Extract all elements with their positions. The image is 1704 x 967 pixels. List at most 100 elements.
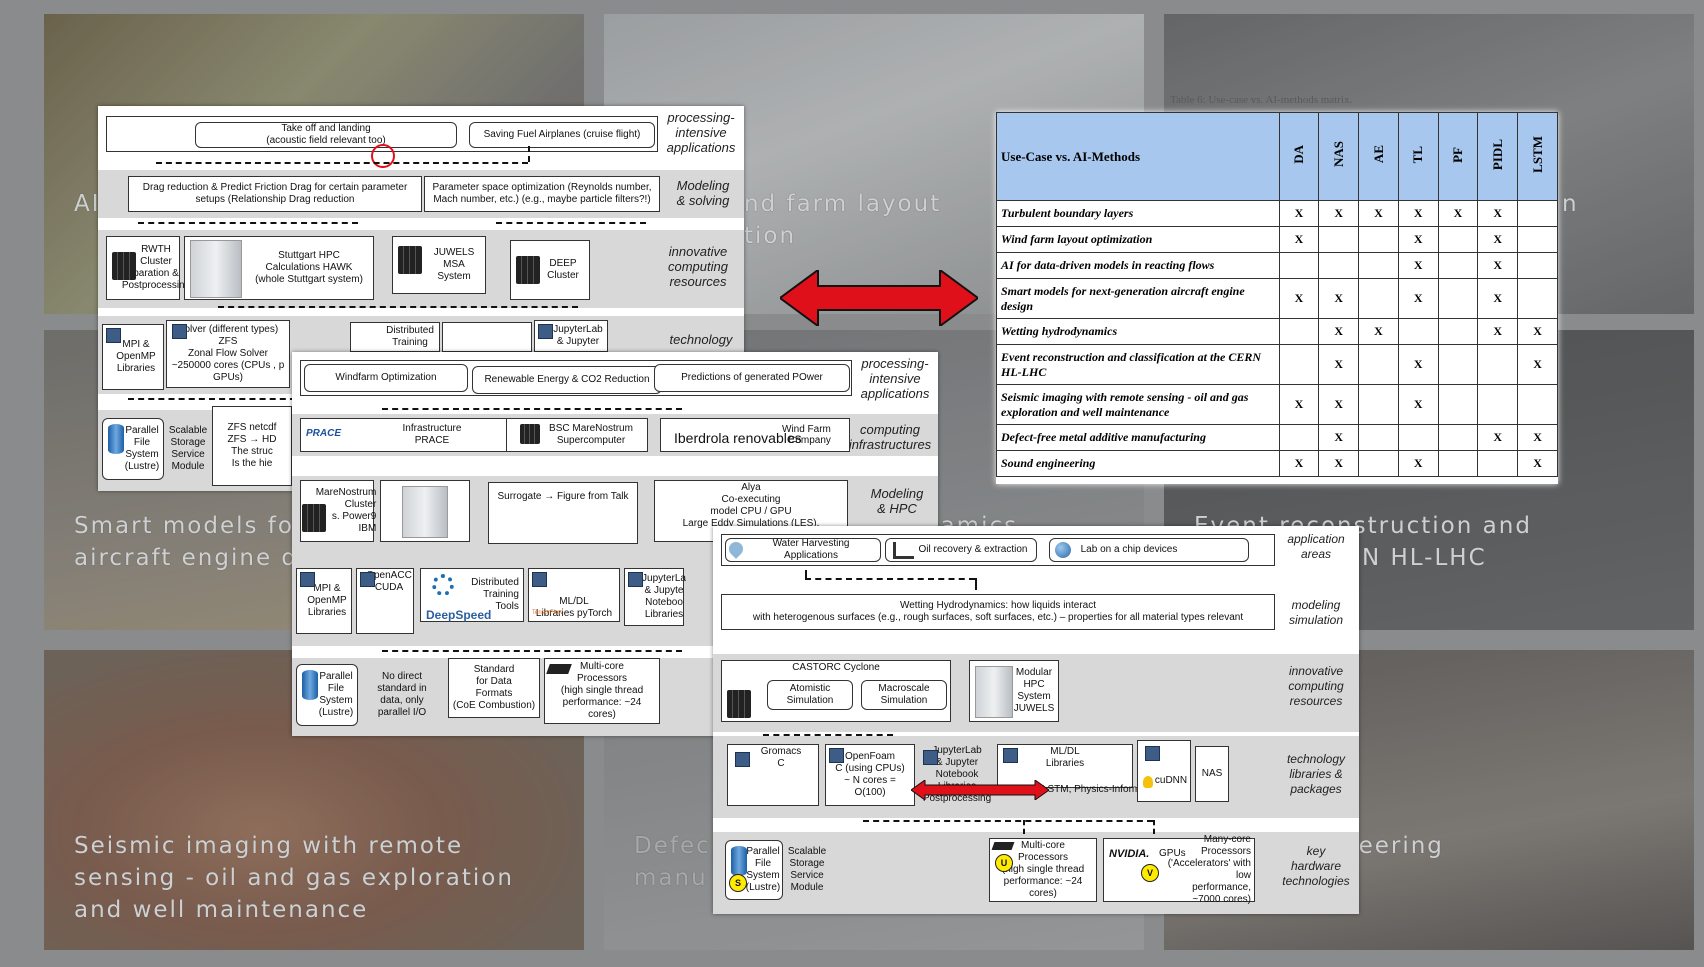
matrix-mark-cell — [1517, 226, 1558, 253]
parallel-fs-label: Parallel File System (Lustre) — [745, 846, 781, 893]
matrix-col-label: AE — [1370, 145, 1386, 164]
band-label-technology: technology libraries & packages — [1286, 752, 1346, 796]
lab-on-chip-box: Lab on a chip devices — [1049, 538, 1249, 562]
matrix-mark-cell: X — [1437, 200, 1479, 227]
red-double-arrow-small — [911, 780, 1049, 800]
jupyter-label: JupyterLab & Jupyter — [553, 324, 603, 347]
openfoam-label: OpenFoam C (using CPUs) ~ N cores = O(10… — [835, 751, 905, 798]
matrix-mark-cell — [1437, 450, 1479, 477]
mldl-cube-icon — [532, 572, 547, 587]
use-case-matrix: Use-Case vs. AI-Methods DA NAS AE TL PF … — [996, 112, 1558, 477]
matrix-mark-cell: X — [1318, 278, 1360, 319]
matrix-mark-cell: X — [1358, 318, 1399, 345]
matrix-body: Turbulent boundary layers X X X X X X Wind farm… — [996, 200, 1558, 477]
dashed-line-2 — [382, 650, 682, 652]
matrix-mark-cell: X — [1477, 424, 1519, 451]
matrix-mark-cell — [1397, 318, 1439, 345]
deep-cluster-label: DEEP Cluster — [547, 258, 579, 281]
matrix-mark-cell: X — [1318, 384, 1360, 425]
matrix-mark-cell: X — [1397, 344, 1439, 385]
lustre-cylinder-icon — [108, 424, 124, 454]
matrix-mark-cell: X — [1517, 318, 1558, 345]
scalable-storage-label: Scalable Storage Service Module — [787, 846, 827, 893]
dashed-line-3 — [138, 222, 358, 224]
table-row: Event reconstruction and classification … — [996, 344, 1558, 385]
matrix-mark-cell: X — [1477, 252, 1519, 279]
jupyter-cube-icon — [923, 750, 938, 765]
badge-u: U — [995, 854, 1013, 872]
matrix-col-tl: TL — [1397, 112, 1439, 201]
bulb-icon — [1143, 776, 1153, 788]
matrix-mark-cell: X — [1318, 200, 1360, 227]
matrix-mark-cell: X — [1397, 384, 1439, 425]
drag-reduction-box: Drag reduction & Predict Friction Drag f… — [128, 176, 422, 212]
matrix-mark-cell: X — [1318, 344, 1360, 385]
matrix-col-label: DA — [1291, 145, 1307, 164]
saving-fuel-box: Saving Fuel Airplanes (cruise flight) — [469, 122, 655, 148]
matrix-mark-cell: X — [1318, 424, 1360, 451]
no-direct-standard-box: No direct standard in data, only paralle… — [362, 664, 442, 726]
matrix-usecase-cell: Wind farm layout optimization — [996, 226, 1280, 253]
bg-text-a3: n — [1562, 191, 1579, 217]
red-double-arrow — [780, 270, 978, 326]
matrix-mark-cell — [1437, 384, 1479, 425]
surrogate-box: Surrogate → Figure from Talk — [488, 482, 638, 544]
windfarm-company-label: Wind Farm Company — [782, 424, 831, 446]
castorc-server-icon — [727, 690, 751, 718]
dashed-line-1 — [156, 162, 528, 164]
matrix-mark-cell: X — [1477, 200, 1519, 227]
matrix-mark-cell: X — [1517, 344, 1558, 385]
zfs-netcdf-box: ZFS netcdf ZFS → HD The struc Is the hie — [212, 406, 292, 486]
matrix-col-label: LSTM — [1529, 136, 1545, 173]
matrix-mark-cell — [1517, 278, 1558, 319]
macroscale-simulation-box: Macroscale Simulation — [861, 680, 947, 710]
band-label-resources: innovative computing resources — [668, 244, 728, 289]
matrix-mark-cell: X — [1397, 200, 1439, 227]
bsc-marenostrum-label: BSC MareNostrum Supercomputer — [549, 423, 633, 446]
hawk-label: Stuttgart HPC Calculations HAWK (whole S… — [255, 250, 363, 285]
matrix-mark-cell: X — [1517, 424, 1558, 451]
deep-server-icon — [516, 256, 540, 284]
mpi-cube-icon — [106, 328, 121, 343]
surrogate-label: Surrogate → Figure from Talk — [497, 491, 629, 502]
mpi-cube-icon — [300, 572, 315, 587]
bg-text-a1: AI — [74, 191, 101, 217]
matrix-col-nas: NAS — [1318, 112, 1360, 201]
zfs-netcdf-label: ZFS netcdf ZFS → HD The struc Is the hie — [227, 422, 277, 469]
dashed-line-1 — [382, 408, 682, 410]
water-harvesting-box: Water Harvesting Applications — [725, 538, 881, 562]
solver-cube-icon — [172, 324, 187, 339]
cpu-chip-icon — [546, 664, 572, 674]
band-label-applications: application areas — [1287, 532, 1345, 561]
water-harvesting-label: Water Harvesting Applications — [772, 538, 850, 561]
matrix-mark-cell — [1477, 450, 1519, 477]
matrix-mark-cell — [1397, 424, 1439, 451]
matrix-mark-cell: X — [1477, 278, 1519, 319]
bg-text-b1: Smart models fo aircraft engine d — [74, 513, 299, 571]
matrix-mark-cell — [1437, 226, 1479, 253]
dashed-line-6 — [1023, 820, 1025, 834]
matrix-col-label: PIDL — [1489, 138, 1505, 171]
use-case-matrix-panel: Use-Case vs. AI-Methods DA NAS AE TL PF … — [996, 112, 1558, 484]
band-label-applications: processing- intensive applications — [666, 110, 736, 155]
matrix-mark-cell — [1358, 278, 1399, 319]
macroscale-simulation-label: Macroscale Simulation — [878, 683, 930, 706]
mpi-openmp-label: MPI & OpenMP Libraries — [116, 339, 156, 374]
juwels-rack-image — [975, 666, 1013, 718]
matrix-mark-cell: X — [1397, 278, 1439, 319]
dashed-line-5 — [863, 820, 1153, 822]
table-row: Wetting hydrodynamics X X X X — [996, 318, 1558, 345]
dashed-line-5 — [218, 306, 578, 308]
oil-recovery-label: Oil recovery & extraction — [918, 544, 1028, 555]
badge-v: V — [1141, 864, 1159, 882]
deepspeed-label: DeepSpeed — [426, 608, 492, 622]
mpi-openmp-label: MPI & OpenMP Libraries — [307, 583, 347, 618]
dashed-line-4 — [496, 222, 646, 224]
matrix-mark-cell — [1318, 252, 1360, 279]
band-label-modeling: Modeling & solving — [676, 178, 730, 208]
matrix-mark-cell — [1278, 318, 1320, 345]
wetting-hydrodynamics-label: Wetting Hydrodynamics: how liquids inter… — [752, 600, 1244, 623]
highlight-circle — [371, 144, 395, 168]
matrix-mark-cell — [1437, 424, 1479, 451]
matrix-col-label: TL — [1410, 145, 1426, 164]
